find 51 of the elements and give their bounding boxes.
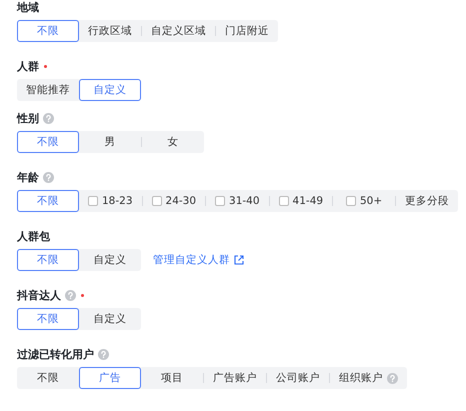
segment-option[interactable]: 不限 [17, 131, 79, 153]
segment-option[interactable]: 项目 [141, 367, 203, 389]
segment-option[interactable]: 不限 [17, 249, 79, 271]
checkbox[interactable] [278, 196, 289, 206]
field-label: 年龄 [17, 170, 39, 184]
segment-option[interactable]: 更多分段 [396, 190, 458, 212]
segment-option[interactable]: 广告 [79, 367, 141, 389]
segment-option[interactable]: 行政区域 [79, 20, 141, 42]
help-icon[interactable] [387, 372, 398, 384]
help-icon[interactable] [98, 348, 109, 360]
segment-option[interactable]: 自定义区域 [142, 20, 215, 42]
checkbox-option[interactable]: 50+ [333, 190, 396, 212]
checkbox-option[interactable]: 24-30 [142, 190, 206, 212]
help-icon[interactable] [43, 112, 54, 124]
field-label: 抖音达人 [17, 288, 61, 302]
field-label: 地域 [17, 0, 39, 14]
option-label: 50+ [360, 195, 382, 207]
help-icon[interactable] [43, 172, 54, 182]
checkbox[interactable] [152, 196, 162, 206]
segment-option[interactable]: 公司账户 [267, 367, 329, 389]
field-label: 性别 [17, 110, 39, 126]
help-icon[interactable] [65, 290, 76, 300]
field-label: 人群 [17, 58, 39, 74]
option-label: 组织账户 [339, 371, 383, 385]
option-label: 24-30 [166, 195, 196, 207]
segment-option[interactable]: 女 [142, 131, 204, 153]
checkbox[interactable] [346, 196, 356, 206]
checkbox-option[interactable]: 31-40 [206, 190, 269, 212]
segment-option[interactable]: 男 [79, 131, 141, 153]
checkbox-option[interactable]: 18-23 [79, 190, 142, 212]
segment-option[interactable]: 不限 [17, 308, 79, 330]
option-label: 41-49 [292, 195, 324, 207]
segment-option[interactable]: 不限 [17, 20, 79, 42]
checkbox-option[interactable]: 41-49 [270, 190, 332, 212]
segment-option[interactable]: 自定义 [79, 79, 141, 101]
segment-option[interactable]: 智能推荐 [17, 79, 79, 101]
segment-option[interactable]: 不限 [17, 190, 79, 212]
segment-option[interactable]: 广告账户 [204, 367, 266, 389]
manage-link[interactable]: 管理自定义人群 [153, 253, 244, 267]
option-label: 31-40 [229, 195, 260, 207]
field-label: 人群包 [17, 228, 50, 244]
field-label: 过滤已转化用户 [17, 346, 94, 362]
segment-option[interactable]: 门店附近 [216, 20, 278, 42]
external-link-icon [234, 255, 244, 265]
segment-option[interactable]: 组织账户 [330, 367, 407, 389]
option-label: 18-23 [102, 195, 133, 207]
segment-option[interactable]: 自定义 [79, 308, 141, 330]
checkbox[interactable] [88, 196, 98, 206]
checkbox[interactable] [215, 196, 226, 206]
segment-option[interactable]: 自定义 [79, 249, 141, 271]
segment-option[interactable]: 不限 [17, 367, 79, 389]
